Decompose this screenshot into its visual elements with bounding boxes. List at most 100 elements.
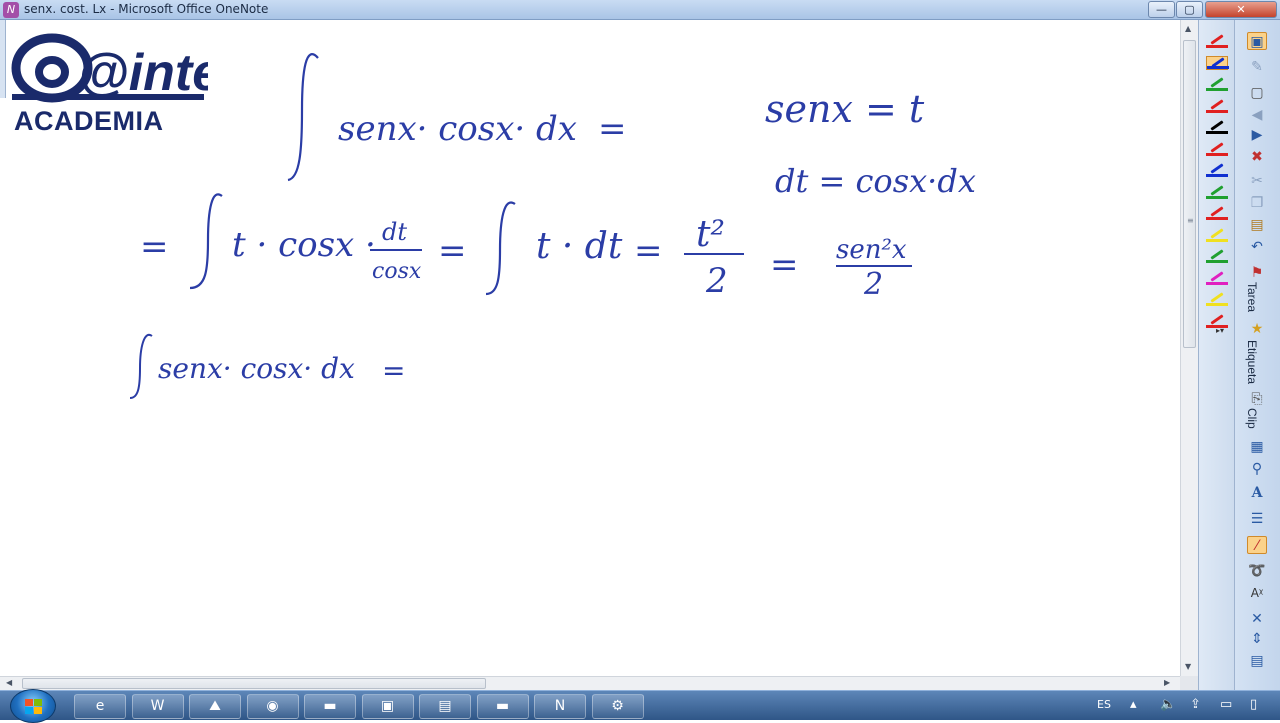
handwritten-notes[interactable]: senx· cosx· dx = senx = t dt = cosx·dx =… <box>0 0 1180 690</box>
tag-label[interactable]: Etiqueta <box>1245 340 1259 384</box>
pen-color-bar <box>1206 152 1228 156</box>
pen-toolbar-more-icon[interactable]: ▸▾ <box>1216 326 1224 335</box>
tray-arrow-icon[interactable]: ▴ <box>1130 697 1137 712</box>
integral-sign-2 <box>189 193 223 290</box>
pen-swatch[interactable] <box>1206 292 1228 306</box>
taskbar-folder-icon[interactable]: ▬ <box>304 694 356 719</box>
pen-swatch[interactable] <box>1206 55 1229 70</box>
taskbar-ie-icon[interactable]: e <box>74 694 126 719</box>
pen-stick <box>1210 163 1224 174</box>
maximize-button[interactable]: ▢ <box>1176 1 1203 18</box>
pen-swatch[interactable] <box>1206 206 1228 220</box>
new-page-icon[interactable]: ▢ <box>1247 84 1267 102</box>
vertical-scrollbar[interactable]: ▲ ≡ ▼ <box>1180 20 1198 676</box>
pen-color-bar <box>1206 281 1228 285</box>
highlighter-icon[interactable]: ⁄ <box>1247 536 1267 554</box>
taskbar-screen-icon[interactable]: ▣ <box>361 694 414 719</box>
pen-color-bar <box>1206 238 1228 242</box>
pen-stick <box>1210 227 1224 239</box>
line2-frac3-num: sen²x <box>836 235 907 265</box>
tag-star-icon[interactable]: ★ <box>1247 320 1267 338</box>
line2-frac2-num: t² <box>696 214 725 255</box>
table-icon[interactable]: ▦ <box>1247 438 1267 456</box>
pen-swatch[interactable] <box>1206 249 1228 263</box>
pen-color-bar <box>1206 131 1228 134</box>
back-icon[interactable]: ◀ <box>1247 106 1267 124</box>
taskbar-picture-icon[interactable]: ⛰ <box>189 694 241 719</box>
scroll-corner <box>1180 676 1198 690</box>
pen-swatch[interactable] <box>1206 34 1228 48</box>
network-icon[interactable]: ▭ <box>1220 697 1232 712</box>
taskbar-tool-icon[interactable]: ⚙ <box>591 694 644 719</box>
paste-icon[interactable]: ▤ <box>1247 216 1267 234</box>
pen-swatch[interactable] <box>1206 77 1228 91</box>
volume-icon[interactable]: 🔈 <box>1160 697 1176 712</box>
line2-term1: t · cosx · <box>232 225 376 265</box>
line2-frac1-den: cosx <box>372 259 422 284</box>
text-size-icon[interactable]: Aᵡ <box>1247 584 1267 602</box>
safely-remove-icon[interactable]: ⇪ <box>1190 697 1201 712</box>
pen-swatch[interactable] <box>1206 98 1228 113</box>
page-list-icon[interactable]: ▤ <box>1247 652 1267 670</box>
line3-equals: = <box>382 354 405 387</box>
pen-swatch[interactable] <box>1206 227 1228 242</box>
language-indicator[interactable]: ES <box>1097 698 1111 711</box>
integral-sign-1 <box>287 53 319 182</box>
line2-eq2: = <box>438 231 467 271</box>
copy-icon[interactable]: ❐ <box>1247 194 1267 212</box>
lasso-icon[interactable]: ➰ <box>1247 562 1267 580</box>
font-icon[interactable]: A <box>1247 484 1267 502</box>
clip-icon[interactable]: ⎘ <box>1247 390 1267 408</box>
show-desktop-icon[interactable]: ▯ <box>1250 697 1257 712</box>
full-page-view-icon[interactable]: ▣ <box>1247 32 1267 50</box>
pen-mode-icon[interactable]: ✎ <box>1247 58 1267 76</box>
close-button[interactable]: ✕ <box>1205 1 1277 18</box>
taskbar-firefox-icon[interactable]: ◉ <box>246 694 299 719</box>
scroll-right-arrow[interactable]: ▶ <box>1164 678 1170 687</box>
pen-toolbar <box>1198 20 1234 690</box>
taskbar-folder-icon[interactable]: ▬ <box>476 694 529 719</box>
pen-stick <box>1210 120 1224 131</box>
pen-swatch[interactable] <box>1206 270 1228 285</box>
pen-swatch[interactable] <box>1206 163 1228 177</box>
forward-icon[interactable]: ▶ <box>1247 126 1267 144</box>
taskbar-word-icon[interactable]: W <box>131 694 184 719</box>
pen-stick <box>1210 249 1224 260</box>
eraser-icon[interactable]: ✕ <box>1247 610 1267 628</box>
line2-eq-start: = <box>140 227 169 267</box>
pen-swatch[interactable] <box>1206 184 1228 199</box>
taskbar: e W ⛰ ◉ ▬ ▣ ▤ ▬ N ⚙ ES ▴ 🔈 ⇪ ▭ ▯ <box>0 689 1280 723</box>
line2-term2: t · dt <box>536 226 623 267</box>
line3-integrand: senx· cosx· dx <box>158 352 355 385</box>
line2-eq3: = <box>634 231 663 271</box>
line2-frac3-den: 2 <box>863 267 883 302</box>
delete-page-icon[interactable]: ✖ <box>1247 148 1267 166</box>
taskbar-onenote-icon[interactable]: N <box>534 694 586 719</box>
undo-icon[interactable]: ↶ <box>1247 238 1267 256</box>
pen-color-bar <box>1206 260 1228 263</box>
pen-swatch[interactable] <box>1206 141 1228 156</box>
pen-color-bar <box>1206 217 1228 220</box>
vertical-scroll-thumb[interactable]: ≡ <box>1183 40 1196 348</box>
bullets-icon[interactable]: ☰ <box>1247 510 1267 528</box>
scroll-up-arrow[interactable]: ▲ <box>1185 24 1191 33</box>
taskbar-notepad-icon[interactable]: ▤ <box>419 694 471 719</box>
pen-stick <box>1210 270 1224 282</box>
substitution-eq1: senx = t <box>765 87 925 131</box>
horizontal-scrollbar[interactable]: ◀ ▶ <box>0 676 1180 690</box>
clip-label[interactable]: Clip <box>1245 408 1259 429</box>
scroll-down-arrow[interactable]: ▼ <box>1185 662 1191 671</box>
link-icon[interactable]: ⚲ <box>1247 460 1267 478</box>
task-flag-icon[interactable]: ⚑ <box>1247 264 1267 282</box>
horizontal-scroll-thumb[interactable] <box>22 678 486 689</box>
start-button[interactable] <box>10 689 56 723</box>
task-label[interactable]: Tarea <box>1245 282 1259 312</box>
scroll-left-arrow[interactable]: ◀ <box>6 678 12 687</box>
line1-integrand: senx· cosx· dx <box>338 109 577 149</box>
line2-frac1-num: dt <box>382 218 407 246</box>
pen-stick <box>1210 313 1224 325</box>
cut-icon[interactable]: ✂ <box>1247 172 1267 190</box>
pen-stick <box>1210 98 1224 110</box>
insert-space-icon[interactable]: ⇕ <box>1247 630 1267 648</box>
pen-swatch[interactable] <box>1206 120 1228 134</box>
